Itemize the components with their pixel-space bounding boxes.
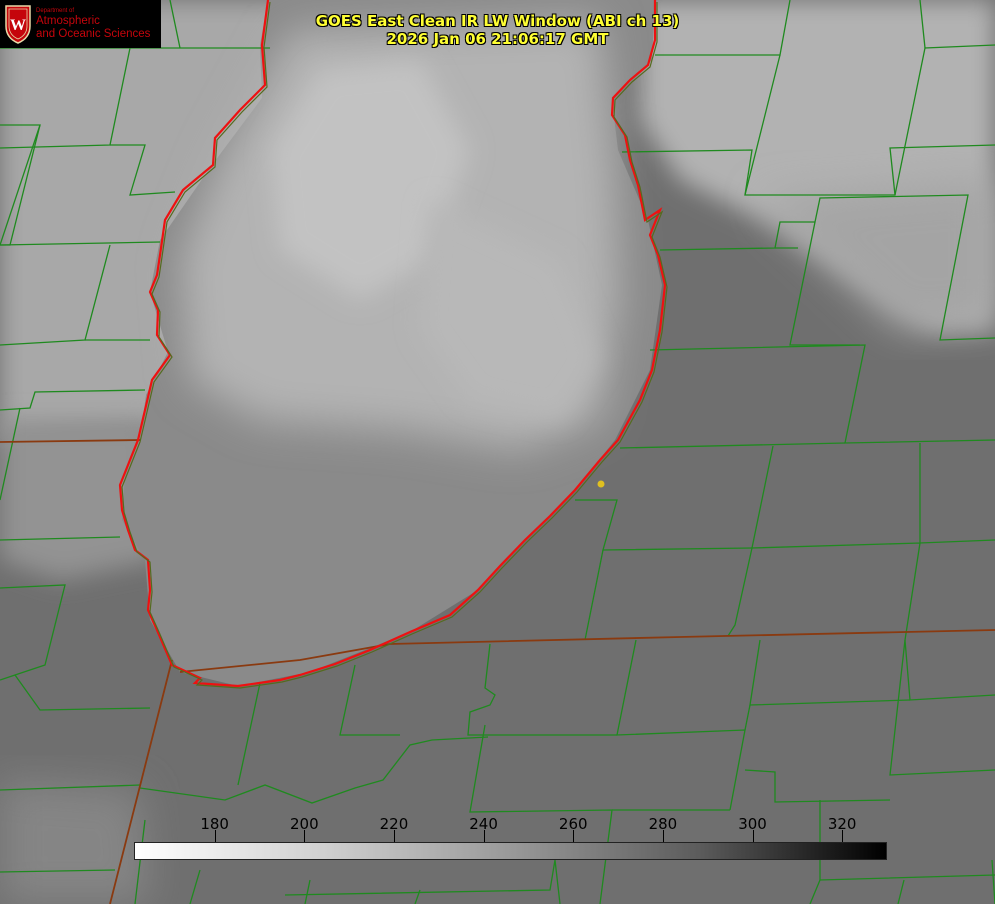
colorbar-tick-label: 280 [648,815,678,833]
colorbar-tick-label: 180 [200,815,229,833]
temperature-colorbar [134,842,887,860]
colorbar-tick-label: 220 [379,815,409,833]
colorbar-tick-label: 240 [469,815,498,833]
colorbar-tick-label: 260 [558,815,588,833]
city-marker [597,480,605,488]
colorbar-tick-label: 320 [827,815,857,833]
haze-southwest [0,780,150,904]
image-title: GOES East Clean IR LW Window (ABI ch 13) [315,12,680,30]
image-timestamp: 2026 Jan 06 21:06:17 GMT [386,30,609,48]
colorbar-tick-label: 300 [738,815,767,833]
colorbar-tick-label: 200 [289,815,319,833]
satellite-map [0,0,995,904]
